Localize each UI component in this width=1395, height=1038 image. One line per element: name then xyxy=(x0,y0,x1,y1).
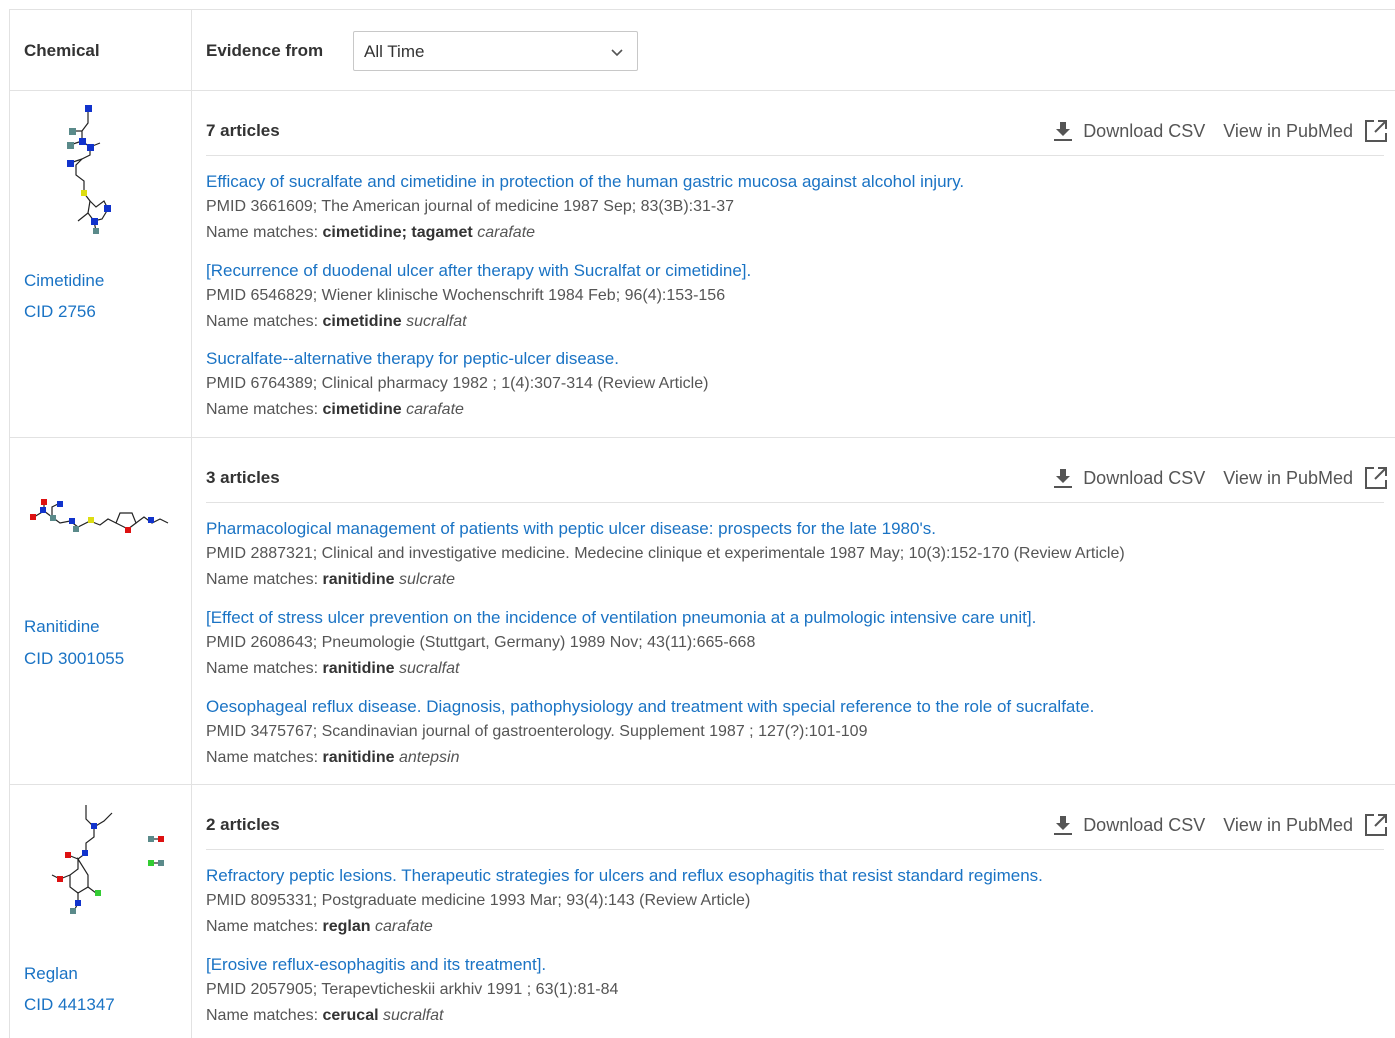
chemical-column-header: Chemical xyxy=(24,41,100,60)
article-title-link[interactable]: [Effect of stress ulcer prevention on th… xyxy=(206,606,1395,630)
download-csv-label: Download CSV xyxy=(1083,467,1206,488)
name-matches: Name matches: cimetidine sucralfat xyxy=(206,309,1395,335)
chemical-cid-link[interactable]: CID 2756 xyxy=(24,302,96,322)
matched-drug-name: carafate xyxy=(374,918,433,935)
download-csv-button[interactable]: Download CSV xyxy=(1053,814,1205,836)
download-csv-label: Download CSV xyxy=(1083,120,1206,141)
chevron-down-icon xyxy=(611,49,623,57)
article-item: Efficacy of sucralfate and cimetidine in… xyxy=(206,170,1395,246)
view-in-pubmed-link[interactable]: View in PubMed xyxy=(1223,465,1389,491)
evidence-time-value: All Time xyxy=(364,42,425,61)
matched-drug-name: carafate xyxy=(406,401,464,418)
matched-drug-name: carafate xyxy=(477,224,536,241)
article-item: Pharmacological management of patients w… xyxy=(206,517,1395,593)
download-csv-label: Download CSV xyxy=(1083,814,1206,835)
name-matches: Name matches: ranitidine sucralfat xyxy=(206,656,1395,682)
name-matches-label: Name matches: xyxy=(206,401,319,418)
view-in-pubmed-label: View in PubMed xyxy=(1223,120,1353,141)
article-item: Sucralfate--alternative therapy for pept… xyxy=(206,347,1395,423)
matched-chemical-name: cimetidine; tagamet xyxy=(322,224,473,241)
article-citation: PMID 3661609; The American journal of me… xyxy=(206,198,735,215)
article-citation: PMID 6546829; Wiener klinische Wochensch… xyxy=(206,287,726,304)
article-citation: PMID 6764389; Clinical pharmacy 1982 ; 1… xyxy=(206,375,709,392)
name-matches: Name matches: cimetidine carafate xyxy=(206,397,1395,423)
article-title-link[interactable]: Sucralfate--alternative therapy for pept… xyxy=(206,347,1395,371)
matched-drug-name: sucralfat xyxy=(406,313,467,330)
download-csv-button[interactable]: Download CSV xyxy=(1053,467,1205,489)
matched-chemical-name: cimetidine xyxy=(322,401,402,418)
external-link-icon xyxy=(1365,120,1387,142)
chemical-row: Reglan CID 441347 2 articles Download CS… xyxy=(10,785,1395,1038)
evidence-from-label: Evidence from xyxy=(206,41,324,60)
name-matches-label: Name matches: xyxy=(206,749,319,766)
cimetidine-structure-image xyxy=(67,105,111,234)
article-title-link[interactable]: Oesophageal reflux disease. Diagnosis, p… xyxy=(206,695,1395,719)
matched-drug-name: sucralfat xyxy=(383,1007,444,1024)
name-matches: Name matches: cerucal sucralfat xyxy=(206,1003,1395,1029)
name-matches: Name matches: ranitidine sulcrate xyxy=(206,567,1395,593)
name-matches-label: Name matches: xyxy=(206,918,319,935)
article-title-link[interactable]: Refractory peptic lesions. Therapeutic s… xyxy=(206,864,1395,888)
article-item: Oesophageal reflux disease. Diagnosis, p… xyxy=(206,695,1395,771)
matched-drug-name: sulcrate xyxy=(398,571,455,588)
evidence-time-select[interactable]: All Time xyxy=(353,31,638,71)
view-in-pubmed-link[interactable]: View in PubMed xyxy=(1223,118,1389,144)
matched-chemical-name: ranitidine xyxy=(322,749,395,766)
download-icon xyxy=(1054,122,1073,141)
article-citation: PMID 8095331; Postgraduate medicine 1993… xyxy=(206,892,751,909)
results-table: Chemical Evidence from All Time Cimetidi… xyxy=(9,9,1395,1038)
name-matches: Name matches: reglan carafate xyxy=(206,914,1395,940)
name-matches-label: Name matches: xyxy=(206,1007,319,1024)
name-matches-label: Name matches: xyxy=(206,660,319,677)
download-csv-button[interactable]: Download CSV xyxy=(1053,120,1205,142)
name-matches-label: Name matches: xyxy=(206,571,319,588)
matched-chemical-name: ranitidine xyxy=(322,660,395,677)
article-title-link[interactable]: Pharmacological management of patients w… xyxy=(206,517,1395,541)
matched-chemical-name: cerucal xyxy=(322,1007,379,1024)
matched-chemical-name: reglan xyxy=(322,918,371,935)
name-matches: Name matches: ranitidine antepsin xyxy=(206,745,1395,771)
chemical-name-link[interactable]: Reglan xyxy=(24,964,78,984)
download-icon xyxy=(1054,816,1073,835)
name-matches-label: Name matches: xyxy=(206,224,319,241)
article-count: 7 articles xyxy=(206,121,280,140)
table-header: Chemical Evidence from All Time xyxy=(10,10,1395,91)
article-item: [Erosive reflux-esophagitis and its trea… xyxy=(206,953,1395,1029)
chemical-name-link[interactable]: Cimetidine xyxy=(24,271,104,291)
name-matches-label: Name matches: xyxy=(206,313,319,330)
article-count-bar: 2 articles Download CSV View in PubMed xyxy=(206,785,1387,850)
chemical-cid-link[interactable]: CID 3001055 xyxy=(24,649,124,669)
external-link-icon xyxy=(1365,467,1387,489)
article-title-link[interactable]: [Erosive reflux-esophagitis and its trea… xyxy=(206,953,1395,977)
article-citation: PMID 2887321; Clinical and investigative… xyxy=(206,545,1125,562)
view-in-pubmed-label: View in PubMed xyxy=(1223,814,1353,835)
chemical-row: Cimetidine CID 2756 7 articles Download … xyxy=(10,91,1395,438)
matched-drug-name: sucralfat xyxy=(398,660,460,677)
article-item: Refractory peptic lesions. Therapeutic s… xyxy=(206,864,1395,940)
article-citation: PMID 3475767; Scandinavian journal of ga… xyxy=(206,723,868,740)
article-count: 3 articles xyxy=(206,468,280,487)
article-title-link[interactable]: Efficacy of sucralfate and cimetidine in… xyxy=(206,170,1395,194)
external-link-icon xyxy=(1365,814,1387,836)
view-in-pubmed-link[interactable]: View in PubMed xyxy=(1223,812,1389,838)
matched-chemical-name: cimetidine xyxy=(322,313,402,330)
article-item: [Effect of stress ulcer prevention on th… xyxy=(206,606,1395,682)
matched-chemical-name: ranitidine xyxy=(322,571,395,588)
article-citation: PMID 2057905; Terapevticheskii arkhiv 19… xyxy=(206,981,619,998)
chemical-name-link[interactable]: Ranitidine xyxy=(24,617,100,637)
article-count-bar: 7 articles Download CSV View in PubMed xyxy=(206,91,1387,156)
chemical-row: Ranitidine CID 3001055 3 articles Downlo… xyxy=(10,438,1395,785)
download-icon xyxy=(1054,469,1073,488)
article-item: [Recurrence of duodenal ulcer after ther… xyxy=(206,259,1395,335)
matched-drug-name: antepsin xyxy=(398,749,460,766)
article-count-bar: 3 articles Download CSV View in PubMed xyxy=(206,438,1387,503)
chemical-cid-link[interactable]: CID 441347 xyxy=(24,995,115,1015)
view-in-pubmed-label: View in PubMed xyxy=(1223,467,1353,488)
article-count: 2 articles xyxy=(206,815,280,834)
reglan-structure-image xyxy=(51,805,164,914)
article-title-link[interactable]: [Recurrence of duodenal ulcer after ther… xyxy=(206,259,1395,283)
ranitidine-structure-image xyxy=(30,499,169,533)
name-matches: Name matches: cimetidine; tagamet carafa… xyxy=(206,220,1395,246)
article-citation: PMID 2608643; Pneumologie (Stuttgart, Ge… xyxy=(206,634,756,651)
